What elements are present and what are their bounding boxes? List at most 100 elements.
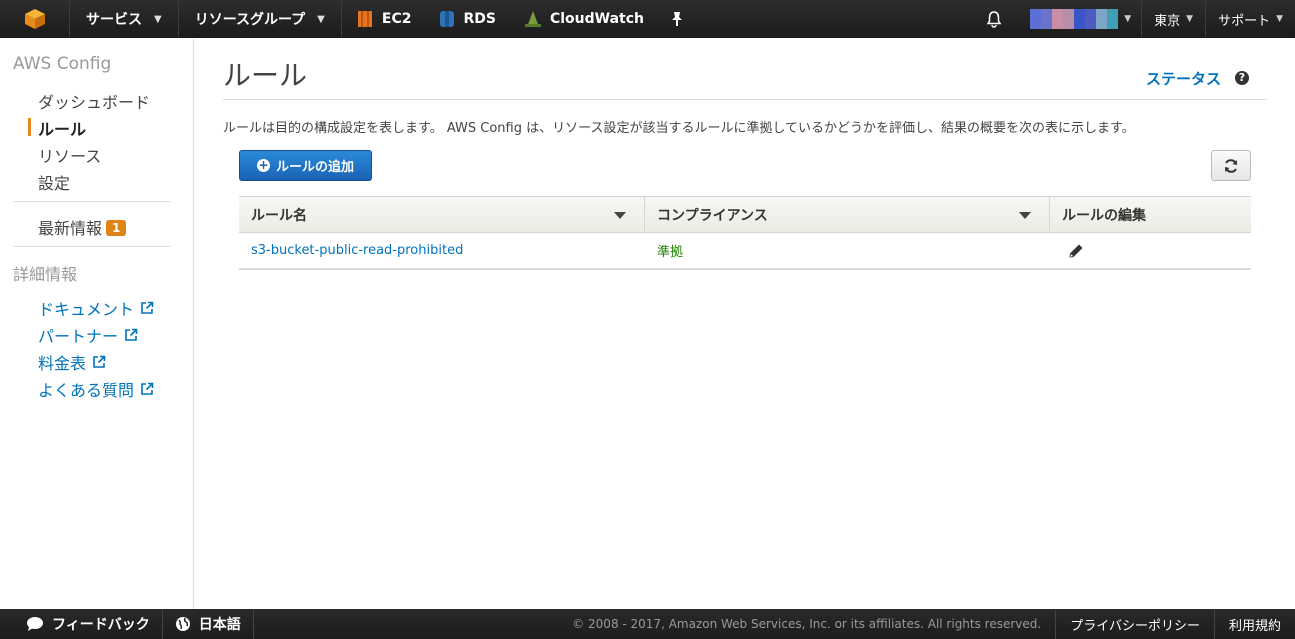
sort-caret-icon: [614, 212, 626, 219]
chevron-down-icon: ▼: [1186, 14, 1194, 24]
sidebar-divider: [13, 246, 171, 247]
top-navigation-bar: サービス ▼ リソースグループ ▼ EC2 RDS CloudWatch ▼ 東…: [0, 0, 1295, 38]
sidebar-item-dashboard[interactable]: ダッシュボード: [38, 89, 150, 113]
globe-icon: [175, 617, 190, 631]
language-selector[interactable]: 日本語: [163, 609, 254, 639]
column-header-edit-rule: ルールの編集: [1050, 197, 1251, 232]
cell-compliance: 準拠: [645, 233, 1050, 268]
sidebar-item-whats-new[interactable]: 最新情報 1: [38, 215, 127, 239]
sidebar-link-label: よくある質問: [38, 381, 135, 400]
feedback-button[interactable]: フィードバック: [0, 609, 163, 639]
shortcut-ec2-label: EC2: [381, 11, 412, 27]
column-header-label: コンプライアンス: [657, 207, 768, 224]
chevron-down-icon: ▼: [1124, 14, 1132, 24]
rule-name-link[interactable]: s3-bucket-public-read-prohibited: [251, 243, 463, 258]
account-menu[interactable]: ▼: [1016, 0, 1143, 38]
resource-groups-menu[interactable]: リソースグループ ▼: [179, 0, 342, 38]
sidebar-link-pricing[interactable]: 料金表: [38, 350, 106, 374]
sidebar-title: AWS Config: [13, 54, 112, 74]
pin-shortcuts-button[interactable]: [658, 0, 696, 38]
add-rule-button-label: ルールの追加: [275, 160, 354, 175]
redaction-block: [1107, 9, 1119, 29]
rds-icon: [440, 11, 455, 27]
column-header-label: ルール名: [251, 207, 307, 224]
title-divider: [223, 99, 1267, 100]
sidebar-item-resources[interactable]: リソース: [38, 143, 101, 167]
external-link-icon: [125, 328, 138, 341]
shortcut-rds[interactable]: RDS: [425, 0, 509, 38]
cell-rule-name: s3-bucket-public-read-prohibited: [239, 233, 645, 268]
compliance-status: 準拠: [657, 245, 684, 260]
sidebar-link-label: パートナー: [38, 327, 119, 346]
rules-table: ルール名 コンプライアンス ルールの編集 s3-bucket-public-re…: [239, 196, 1251, 270]
column-header-compliance[interactable]: コンプライアンス: [645, 197, 1050, 232]
shortcut-rds-label: RDS: [463, 11, 496, 27]
pushpin-icon: [671, 12, 682, 26]
help-icon[interactable]: ?: [1235, 71, 1249, 85]
region-menu[interactable]: 東京 ▼: [1142, 0, 1207, 38]
language-label: 日本語: [198, 617, 241, 633]
redaction-block: [1041, 9, 1053, 29]
aws-cube-icon: [24, 9, 45, 29]
sort-caret-icon: [1019, 212, 1031, 219]
plus-circle-icon: +: [256, 158, 270, 172]
copyright-text: © 2008 - 2017, Amazon Web Services, Inc.…: [572, 617, 1042, 631]
shortcut-cloudwatch[interactable]: CloudWatch: [510, 0, 658, 38]
sidebar-item-settings[interactable]: 設定: [38, 170, 70, 194]
external-link-icon: [141, 301, 154, 314]
shortcut-ec2[interactable]: EC2: [342, 0, 426, 38]
ec2-icon: [357, 11, 372, 27]
footer-bar: フィードバック 日本語 © 2008 - 2017, Amazon Web Se…: [0, 609, 1295, 639]
sidebar-link-label: 料金表: [38, 354, 87, 373]
refresh-icon: [1225, 158, 1237, 173]
page-description: ルールは目的の構成設定を表します。 AWS Config は、リソース設定が該当…: [223, 121, 1135, 136]
redaction-block: [1074, 9, 1086, 29]
pencil-edit-icon[interactable]: [1068, 243, 1084, 259]
table-row: s3-bucket-public-read-prohibited 準拠: [239, 233, 1251, 270]
redaction-block: [1063, 9, 1075, 29]
privacy-policy-link[interactable]: プライバシーポリシー: [1055, 609, 1214, 639]
bell-icon: [986, 11, 1002, 28]
terms-of-use-link[interactable]: 利用規約: [1213, 609, 1295, 639]
redaction-block: [1030, 9, 1042, 29]
speech-bubble-icon: [27, 617, 43, 631]
page-title: ルール: [223, 59, 308, 92]
active-indicator: [28, 118, 31, 136]
chevron-down-icon: ▼: [317, 13, 325, 25]
chevron-down-icon: ▼: [1276, 14, 1283, 24]
notifications-button[interactable]: [972, 0, 1016, 38]
cell-edit: [1050, 233, 1251, 268]
sidebar-divider: [13, 201, 171, 202]
add-rule-button[interactable]: + ルールの追加: [239, 150, 372, 181]
services-menu-label: サービス: [86, 12, 142, 28]
external-link-icon: [141, 382, 154, 395]
account-name-redacted: [1030, 9, 1119, 29]
redaction-block: [1096, 9, 1108, 29]
region-menu-label: 東京: [1154, 13, 1181, 29]
status-link[interactable]: ステータス: [1146, 68, 1221, 89]
resource-groups-menu-label: リソースグループ: [194, 12, 306, 28]
external-link-icon: [93, 355, 106, 368]
sidebar-section-details: 詳細情報: [13, 265, 78, 284]
sidebar-item-rules[interactable]: ルール: [38, 116, 86, 140]
aws-logo[interactable]: [0, 0, 70, 38]
services-menu[interactable]: サービス ▼: [70, 0, 179, 38]
shortcut-cloudwatch-label: CloudWatch: [549, 11, 644, 27]
whats-new-count-badge: 1: [106, 220, 127, 236]
table-header: ルール名 コンプライアンス ルールの編集: [239, 196, 1251, 233]
column-header-label: ルールの編集: [1062, 207, 1146, 224]
sidebar-link-partners[interactable]: パートナー: [38, 323, 138, 347]
whats-new-label: 最新情報: [38, 219, 103, 238]
redaction-block: [1085, 9, 1097, 29]
cloudwatch-icon: [524, 11, 541, 27]
column-header-rule-name[interactable]: ルール名: [239, 197, 645, 232]
support-menu-label: サポート: [1218, 13, 1271, 29]
sidebar: AWS Config ダッシュボード ルール リソース 設定 最新情報 1 詳細情…: [0, 38, 194, 609]
support-menu[interactable]: サポート ▼: [1206, 0, 1295, 38]
sidebar-link-faq[interactable]: よくある質問: [38, 377, 154, 401]
redaction-block: [1052, 9, 1064, 29]
feedback-label: フィードバック: [52, 617, 150, 633]
sidebar-link-documentation[interactable]: ドキュメント: [38, 296, 154, 320]
sidebar-link-label: ドキュメント: [38, 300, 135, 319]
refresh-button[interactable]: [1211, 150, 1251, 181]
